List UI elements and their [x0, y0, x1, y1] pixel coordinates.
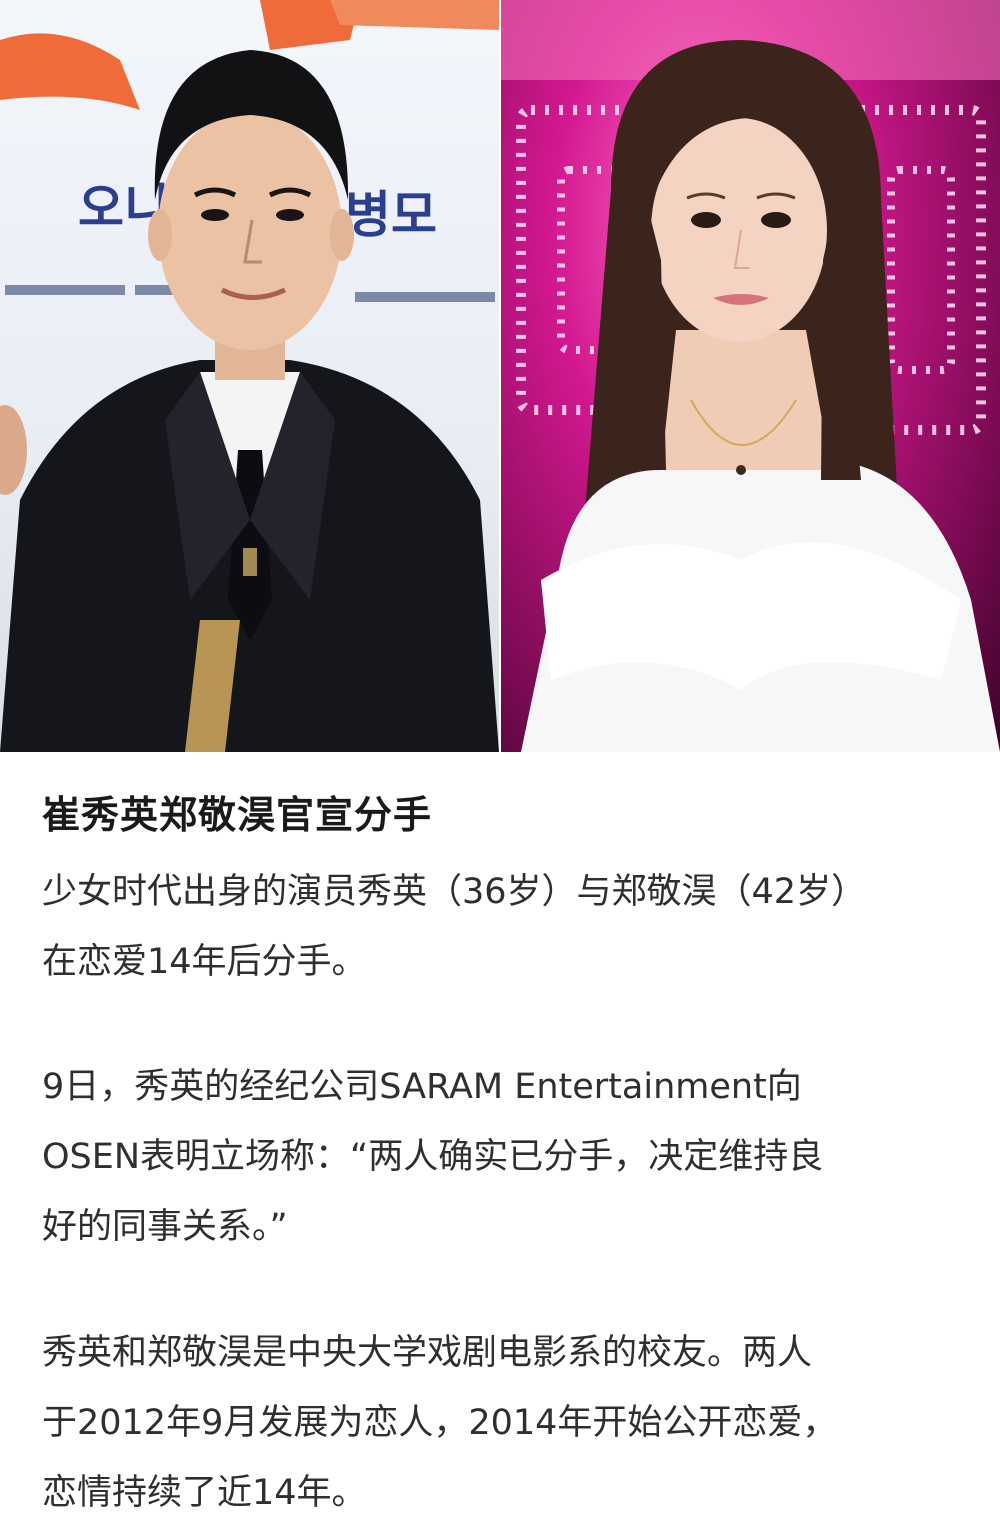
backdrop-text-right: 병모	[345, 186, 437, 244]
paragraph-2-line-2: OSEN表明立场称：“两人确实已分手，决定维持良	[42, 1137, 824, 1177]
paragraph-3: 秀英和郑敬淏是中央大学戏剧电影系的校友。两人 于2012年9月发展为恋人，201…	[42, 1318, 952, 1528]
paragraph-2: 9日，秀英的经纪公司SARAM Entertainment向 OSEN表明立场称…	[42, 1052, 952, 1262]
paragraph-2-line-1: 9日，秀英的经纪公司SARAM Entertainment向	[42, 1067, 802, 1107]
header-photos: 오니 병모	[0, 0, 1000, 752]
paragraph-2-line-3: 好的同事关系。”	[42, 1207, 288, 1247]
paragraph-1-line-2: 在恋爱14年后分手。	[42, 942, 367, 982]
paragraph-3-line-2: 于2012年9月发展为恋人，2014年开始公开恋爱，	[42, 1403, 838, 1443]
paragraph-1: 少女时代出身的演员秀英（36岁）与郑敬淏（42岁） 在恋爱14年后分手。	[42, 857, 952, 997]
photo-left-man[interactable]: 오니 병모	[0, 0, 499, 752]
article-headline: 崔秀英郑敬淏官宣分手	[42, 793, 433, 837]
photo-right-woman[interactable]	[501, 0, 1000, 752]
paragraph-3-line-3: 恋情持续了近14年。	[42, 1473, 367, 1513]
paragraph-1-line-1: 少女时代出身的演员秀英（36岁）与郑敬淏（42岁）	[42, 872, 867, 912]
paragraph-3-line-1: 秀英和郑敬淏是中央大学戏剧电影系的校友。两人	[42, 1333, 813, 1373]
photo-right-illustration	[501, 0, 1000, 752]
photo-left-illustration: 오니 병모	[0, 0, 499, 752]
